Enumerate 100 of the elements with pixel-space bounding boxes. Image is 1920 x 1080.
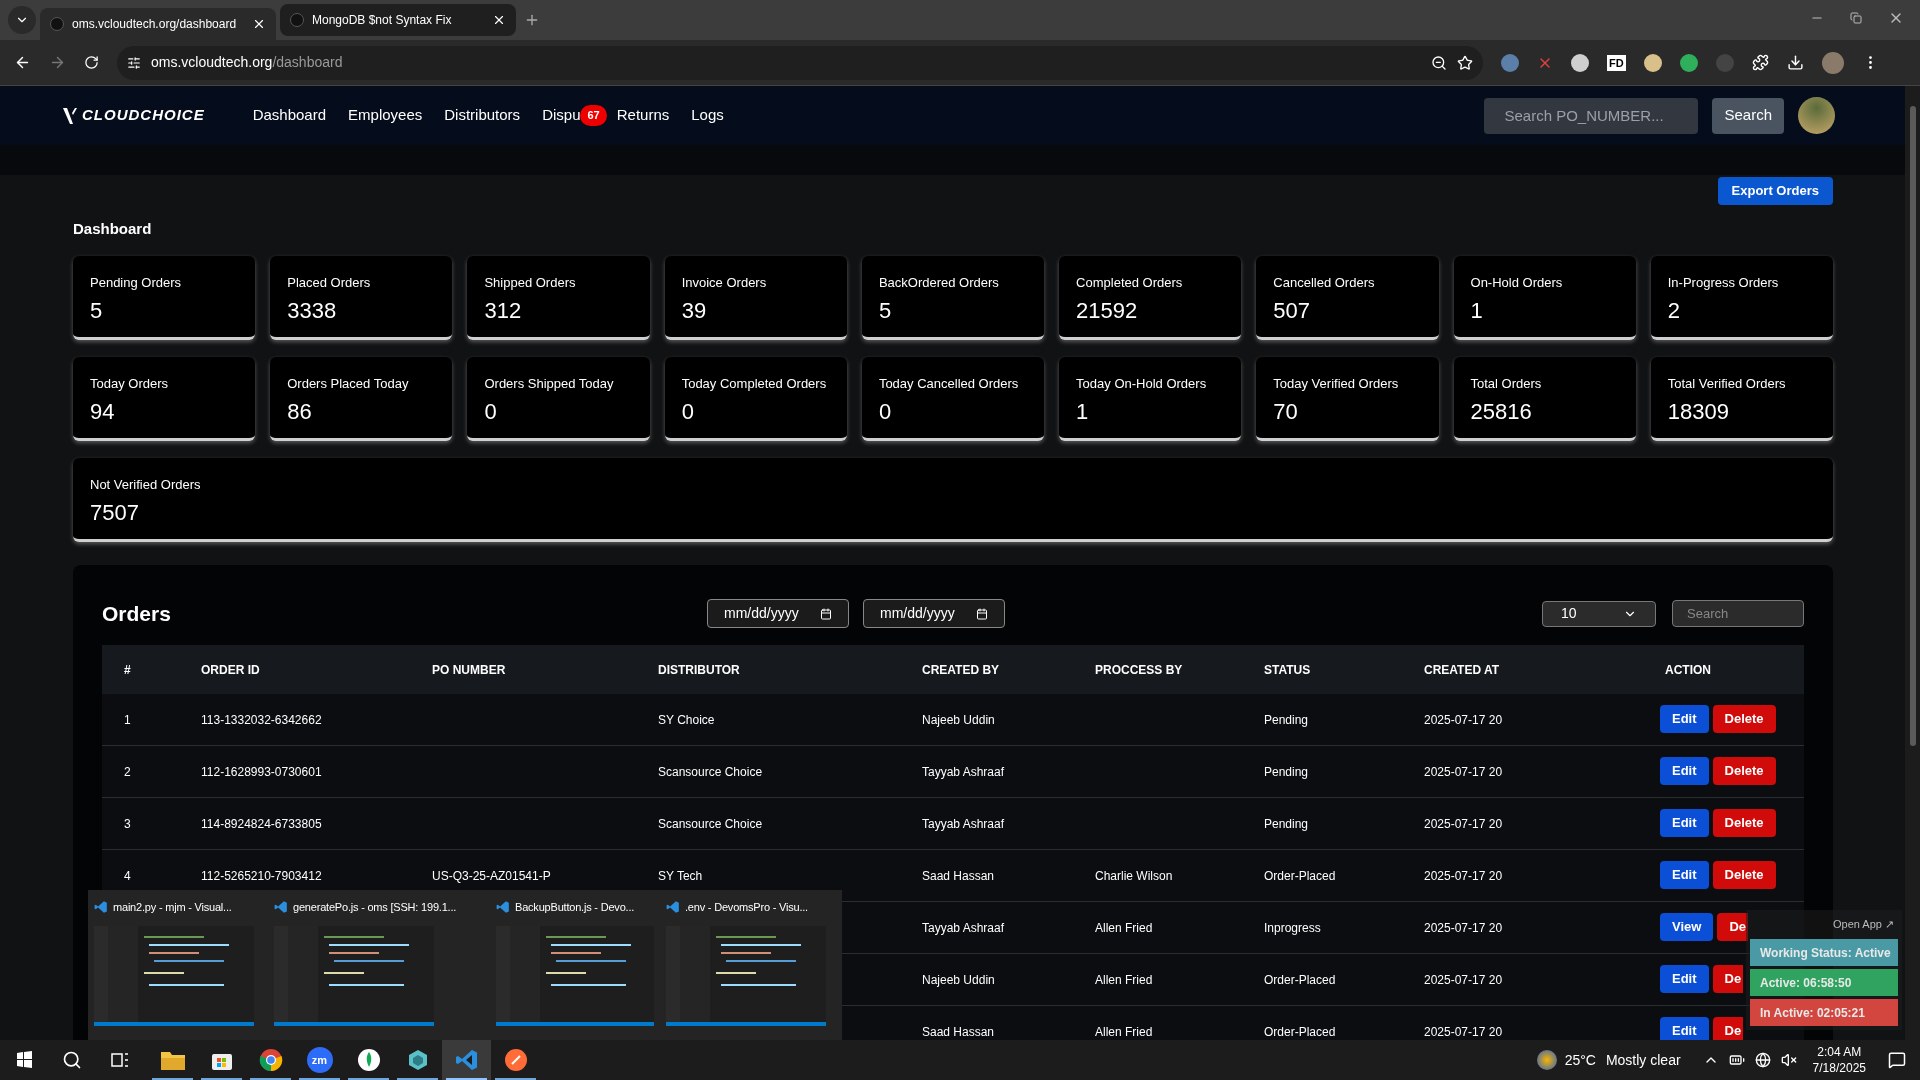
column-header: CREATED BY [922,663,1000,677]
folder-icon [159,1049,186,1071]
stat-label: Today Completed Orders [681,374,828,393]
tab-title: oms.vcloudtech.org/dashboard [72,16,238,33]
nav-link[interactable]: Logs [691,104,724,127]
stat-label: Not Verified Orders [90,475,202,494]
delete-button[interactable]: Delete [1712,809,1776,837]
table-cell: 3 [124,817,131,831]
back-icon[interactable] [14,54,31,71]
browser-tab[interactable]: MongoDB $not Syntax Fix [280,4,516,36]
site-icon [50,17,64,31]
date-field[interactable]: mm/dd/yyyy [707,599,849,628]
extension-icon[interactable]: FD [1607,54,1626,71]
column-header: STATUS [1264,663,1311,677]
muted-speaker-icon[interactable] [1780,1052,1797,1068]
extension-icon[interactable] [1571,53,1589,72]
weather-icon[interactable] [1536,1050,1557,1070]
search-field[interactable]: Search PO_NUMBER... [1484,97,1699,134]
table-cell: 2025-07-17 20 [1424,921,1503,935]
site-settings-icon[interactable] [127,55,141,70]
code-editor-icon [274,900,288,914]
weather-text: Mostly clear [1605,1050,1681,1070]
delete-button[interactable]: De [1717,913,1748,941]
open-app-link[interactable]: Open App ↗ [1833,916,1894,936]
edit-button[interactable]: Edit [1660,965,1709,993]
status-bar: Active: 06:58:50 [1750,969,1898,996]
table-cell: Allen Fried [1095,921,1153,935]
table-cell: Scansource Choice [658,765,763,779]
browser-tab[interactable]: oms.vcloudtech.org/dashboard [40,8,276,40]
close-icon[interactable] [252,17,266,31]
search-button[interactable]: Search [1712,97,1784,134]
extension-icon[interactable] [1679,53,1698,72]
bookmark-icon[interactable] [1457,54,1473,71]
address-bar[interactable]: oms.vcloudtech.org/dashboard [117,45,1483,80]
export-orders-button[interactable]: Export Orders [1717,177,1833,205]
table-cell: 2025-07-17 20 [1424,869,1503,883]
delete-button[interactable]: De [1712,1017,1744,1040]
delete-button[interactable]: Delete [1712,757,1776,785]
reload-icon[interactable] [84,55,99,70]
edit-button[interactable]: Edit [1660,1017,1709,1040]
stat-label: BackOrdered Orders [878,273,1000,292]
extensions-icon[interactable] [1751,54,1769,71]
edit-button[interactable]: Edit [1660,809,1709,837]
battery-icon[interactable] [1728,1052,1745,1068]
stat-label: On-Hold Orders [1470,273,1564,292]
notification-icon[interactable] [1888,1051,1906,1069]
stat-label: Pending Orders [90,273,183,292]
extension-icon[interactable] [1643,53,1662,72]
edit-button[interactable]: View [1660,913,1714,941]
search-icon[interactable] [62,1050,82,1070]
code-editor-icon [666,900,680,914]
table-cell: 112-1628993-0730601 [201,765,322,779]
stat-label: In-Progress Orders [1667,273,1780,292]
window-preview[interactable]: .env - DevomsPro - Visu... [660,890,842,1040]
profile-avatar[interactable] [1821,51,1844,74]
restore-icon[interactable] [1850,12,1862,24]
nav-link[interactable]: Employees [348,104,423,127]
window-preview[interactable]: BackupButton.js - Devo... [490,890,660,1040]
edit-button[interactable]: Edit [1660,705,1709,733]
nav-link[interactable]: Returns [616,104,670,127]
user-avatar[interactable] [1798,97,1835,134]
edit-button[interactable]: Edit [1660,757,1709,785]
table-cell: Saad Hassan [922,869,995,883]
window-preview[interactable]: main2.py - mjm - Visual... [88,890,268,1040]
task-view-icon[interactable] [110,1050,130,1070]
search-field[interactable]: Search [1672,600,1804,627]
stat-value: 0 [681,398,695,426]
page-size-select[interactable]: 10 [1542,600,1656,627]
taskbar-app[interactable] [442,1040,491,1080]
logo[interactable]: CLOUDCHOICE [82,104,205,127]
leaf-icon [356,1048,381,1072]
delete-button[interactable]: Delete [1712,705,1776,733]
network-icon[interactable] [1754,1052,1771,1068]
clock-time: 2:04 AM [1817,1044,1862,1060]
table-cell: Allen Fried [1095,1025,1153,1039]
nav-link[interactable]: Dashboard [252,104,327,127]
edit-button[interactable]: Edit [1660,861,1709,889]
stat-value: 94 [90,398,116,426]
new-tab-icon[interactable] [524,12,540,28]
window-preview[interactable]: generatePo.js - oms [SSH: 199.1... [268,890,490,1040]
delete-button[interactable]: Delete [1712,861,1776,889]
nav-link[interactable]: Distributors [444,104,521,127]
nav-link[interactable]: Dispu [542,104,581,127]
close-icon[interactable] [492,13,506,27]
stat-value: 5 [878,297,893,325]
date-field[interactable]: mm/dd/yyyy [863,599,1005,628]
column-header: PO NUMBER [432,663,506,677]
column-header: # [124,663,131,677]
calendar-icon [976,607,988,620]
stat-label: Today Orders [90,374,170,393]
delete-button[interactable]: De [1712,965,1744,993]
count-badge: 67 [580,105,607,126]
forward-icon[interactable] [49,54,66,71]
stat-value: 86 [287,398,313,426]
clock-date: 7/18/2025 [1812,1060,1866,1076]
table-cell: 2025-07-17 20 [1424,765,1503,779]
zoom-icon[interactable] [1431,54,1447,71]
table-cell: Order-Placed [1264,1025,1336,1039]
download-icon[interactable] [1786,54,1804,71]
taskbar-app[interactable]: zm [295,1040,344,1080]
